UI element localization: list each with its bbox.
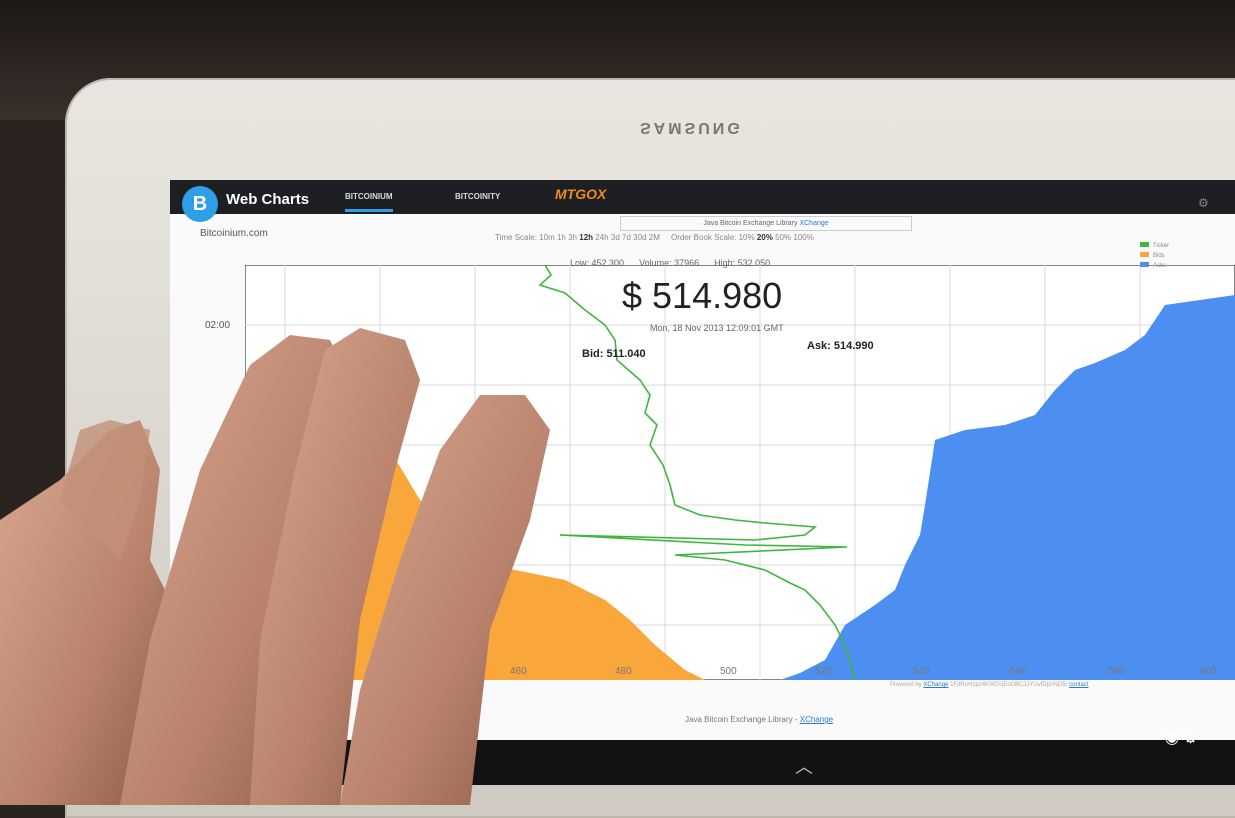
x-tick-520: 520	[815, 666, 832, 677]
library-banner-link[interactable]: XChange	[799, 220, 828, 227]
tab-mtgox[interactable]: MTGOX	[555, 186, 606, 202]
order-book-scale-20[interactable]: 20%	[757, 233, 773, 242]
x-tick-560: 560	[1010, 666, 1027, 677]
ticker-stats: Low: 452.300 Volume: 37966 High: 532.050	[570, 258, 770, 268]
time-scale-2m[interactable]: 2M	[649, 233, 660, 242]
powered-by-text: Powered by	[890, 682, 922, 688]
legend-asks: Asks	[1153, 263, 1167, 269]
chart-legend: Ticker Bids Asks	[1140, 242, 1169, 272]
order-book-scale-10[interactable]: 10%	[739, 233, 755, 242]
x-tick-540: 540	[913, 666, 930, 677]
device-brand: SAMSUNG	[640, 119, 743, 136]
time-scale-3d[interactable]: 3d	[611, 233, 620, 242]
bid-price: Bid: 511.040	[582, 348, 646, 360]
order-book-scale-100[interactable]: 100%	[793, 233, 813, 242]
x-tick-480: 480	[615, 666, 632, 677]
order-book-scale-50[interactable]: 50%	[775, 233, 791, 242]
time-axis-label: 02:00	[205, 320, 231, 331]
powered-by: Powered by XChange 1FdRoHzpz4KW2VjEoDBCJ…	[890, 682, 1088, 688]
x-tick-460: 460	[510, 666, 527, 677]
time-scale-label: Time Scale:	[495, 233, 537, 242]
contact-link[interactable]: contact	[1069, 682, 1088, 688]
tab-bitcoinity[interactable]: BITCOINITY	[455, 192, 500, 201]
android-nav-bar	[170, 740, 1235, 785]
time-scale-10m[interactable]: 10m	[539, 233, 555, 242]
tablet-screen: B Web Charts BITCOINIUM BITCOINITY MTGOX…	[170, 180, 1235, 785]
site-name: Bitcoinium.com	[200, 228, 268, 239]
gear-icon[interactable]: ⚙	[1198, 196, 1209, 210]
time-scale-30d[interactable]: 30d	[633, 233, 646, 242]
order-book-scale-label: Order Book Scale:	[671, 233, 737, 242]
library-banner-text: Java Bitcoin Exchange Library	[703, 220, 798, 227]
bitcoin-logo-icon: B	[182, 186, 218, 222]
price-timestamp: Mon, 18 Nov 2013 12:09:01 GMT	[650, 323, 784, 333]
time-scale-12h[interactable]: 12h	[579, 233, 593, 242]
system-tray-icons[interactable]: ◉ ⚙	[1165, 728, 1198, 748]
x-tick-600: 600	[1200, 666, 1217, 677]
legend-ticker: Ticker	[1153, 243, 1170, 249]
x-tick-500: 500	[720, 666, 737, 677]
time-scale-24h[interactable]: 24h	[595, 233, 608, 242]
ticker-volume: Volume: 37966	[639, 258, 700, 268]
footer-library-text: Java Bitcoin Exchange Library -	[685, 715, 798, 724]
ticker-low: Low: 452.300	[570, 258, 625, 268]
time-scale-1h[interactable]: 1h	[557, 233, 566, 242]
library-banner: Java Bitcoin Exchange Library XChange	[620, 216, 912, 231]
tab-bitcoinium[interactable]: BITCOINIUM	[345, 192, 393, 212]
time-scale-3h[interactable]: 3h	[568, 233, 577, 242]
time-scale-7d[interactable]: 7d	[622, 233, 631, 242]
ticker-high: High: 532.050	[714, 258, 771, 268]
donation-address: 1FdRoHzpz4KW2VjEoDBCJJYUvfDpnND5r	[950, 682, 1068, 688]
chevron-up-icon[interactable]: ︿	[795, 753, 813, 779]
ask-price: Ask: 514.990	[807, 340, 874, 352]
legend-bids: Bids	[1153, 253, 1165, 259]
powered-by-link[interactable]: XChange	[923, 682, 948, 688]
last-price: $ 514.980	[622, 275, 783, 316]
app-title: Web Charts	[226, 191, 310, 208]
scale-controls: Time Scale: 10m 1h 3h 12h 24h 3d 7d 30d …	[495, 233, 814, 242]
footer-library: Java Bitcoin Exchange Library - XChange	[685, 715, 833, 724]
app-header: B Web Charts BITCOINIUM BITCOINITY MTGOX	[170, 180, 1235, 222]
footer-library-link[interactable]: XChange	[800, 715, 833, 724]
x-tick-580: 580	[1108, 666, 1125, 677]
